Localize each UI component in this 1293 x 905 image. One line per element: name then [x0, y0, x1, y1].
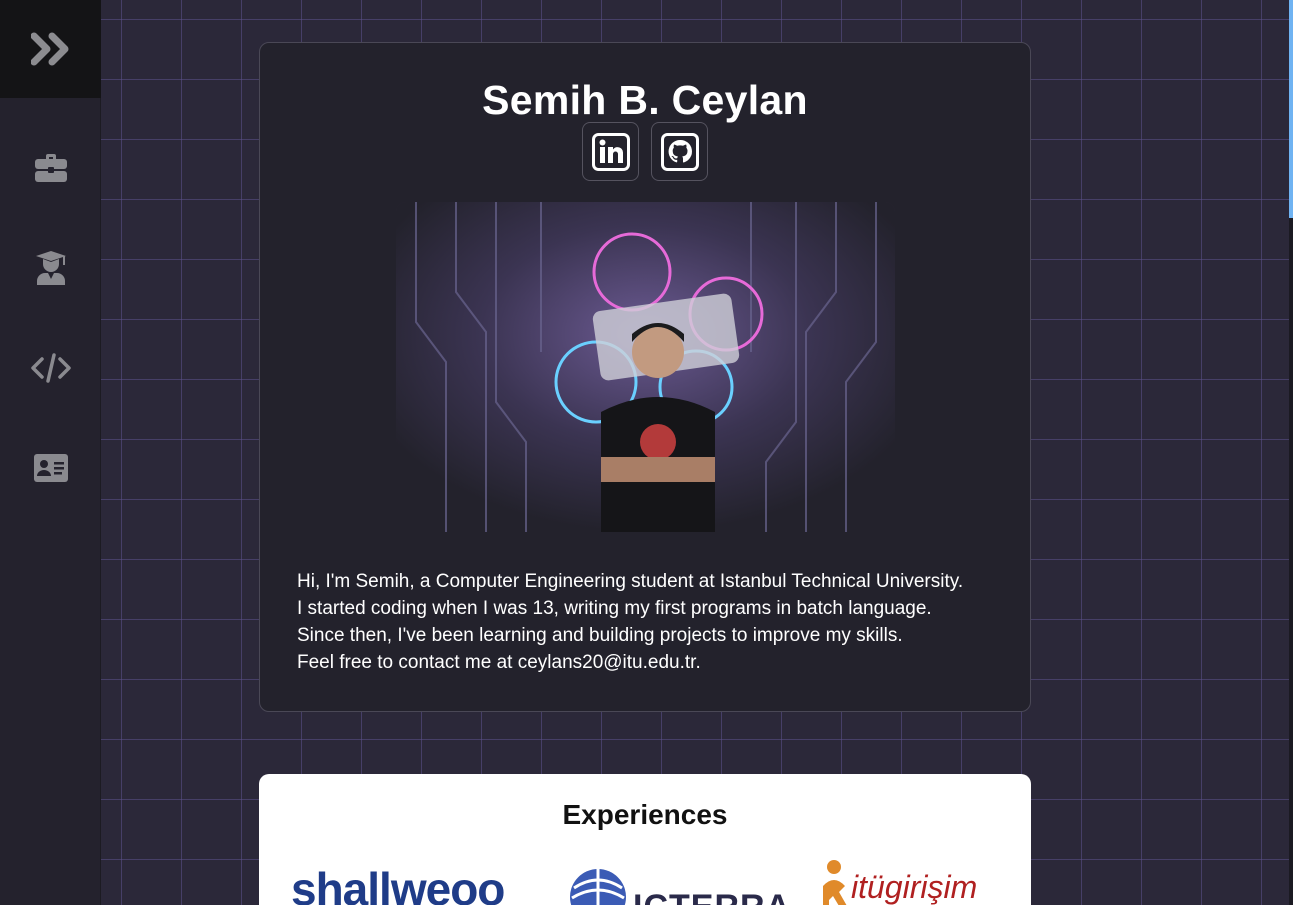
- github-icon: [660, 132, 699, 171]
- profile-photo-image: [396, 202, 895, 532]
- graduate-icon: [35, 251, 66, 285]
- sidebar-item-experience[interactable]: [0, 138, 101, 198]
- profile-photo: [396, 202, 895, 532]
- linkedin-icon: [591, 132, 630, 171]
- code-icon: [30, 353, 71, 383]
- itugirisim-figure-icon: [823, 860, 847, 905]
- linkedin-button[interactable]: [582, 122, 639, 181]
- profile-card: Semih B. Ceylan Hi, I'm Semih, a Compute…: [259, 42, 1031, 712]
- bio-line: Hi, I'm Semih, a Computer Engineering st…: [297, 571, 964, 592]
- shallweoo-logo[interactable]: shallweoo: [291, 862, 505, 905]
- profile-name: Semih B. Ceylan: [482, 77, 808, 123]
- sidebar-item-projects[interactable]: [0, 338, 101, 398]
- github-button[interactable]: [651, 122, 708, 181]
- id-card-icon: [33, 454, 68, 482]
- itugirisim-logo[interactable]: itügirişim: [819, 858, 977, 905]
- sidebar-item-contact[interactable]: [0, 438, 101, 498]
- experiences-card: Experiences shallweoo ICTERRA itügirişim: [259, 774, 1031, 905]
- sidebar-item-education[interactable]: [0, 238, 101, 298]
- sidebar-toggle-button[interactable]: [0, 0, 101, 98]
- icterra-logo-text: ICTERRA: [633, 888, 791, 905]
- sidebar: [0, 0, 101, 905]
- bio-line: I started coding when I was 13, writing …: [297, 598, 932, 619]
- bio-text: Hi, I'm Semih, a Computer Engineering st…: [297, 568, 994, 676]
- scrollbar-thumb[interactable]: [1289, 0, 1293, 218]
- briefcase-icon: [34, 154, 67, 182]
- experiences-title: Experiences: [562, 799, 728, 830]
- bio-line: Feel free to contact me at ceylans20@itu…: [297, 652, 701, 673]
- icterra-logo[interactable]: ICTERRA: [569, 868, 791, 905]
- double-chevron-right-icon: [30, 32, 68, 66]
- itugirisim-logo-text: itügirişim: [851, 869, 978, 905]
- bio-line: Since then, I've been learning and build…: [297, 625, 903, 646]
- icterra-globe-icon: [570, 869, 626, 905]
